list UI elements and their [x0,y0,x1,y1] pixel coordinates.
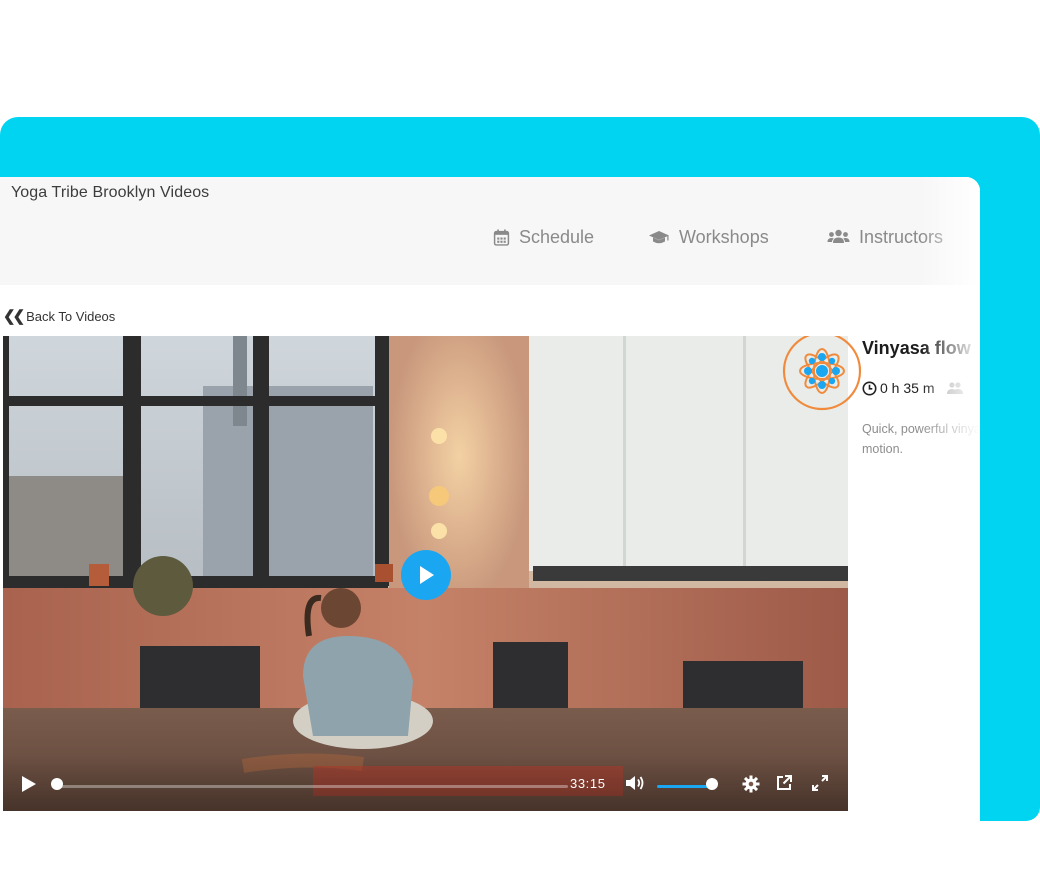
users-icon [947,382,964,394]
settings-button[interactable] [742,775,760,798]
progress-handle[interactable] [51,778,63,790]
calendar-icon [493,229,510,246]
popout-button[interactable] [775,774,793,797]
play-button[interactable] [21,775,37,798]
video-player[interactable]: 33:15 [3,336,848,811]
expand-icon [812,775,828,791]
video-duration: 0 h 35 m [880,380,935,396]
site-title: Yoga Tribe Brooklyn Videos [11,184,210,201]
time-display: 33:15 [570,776,606,791]
video-description: Quick, powerful vinyasa for range of mot… [862,422,980,456]
nav-item-workshops[interactable]: Workshops [648,225,769,249]
video-meta: 0 h 35 m [862,380,964,396]
users-icon [827,229,850,243]
volume-slider[interactable] [657,785,711,788]
nav-item-instructors[interactable]: Instructors [827,225,943,249]
gear-icon [742,775,760,793]
nav-item-label: Workshops [679,226,769,247]
nav-item-label: Schedule [519,226,595,247]
fullscreen-button[interactable] [811,774,829,797]
nav-item-label: Instructors [859,226,944,247]
external-link-icon [777,775,792,790]
play-icon [420,566,434,584]
player-controls: 33:15 [3,755,848,811]
play-overlay-button[interactable] [401,550,451,600]
volume-icon [626,776,644,790]
progress-bar[interactable] [58,785,568,788]
volume-handle[interactable] [706,778,718,790]
video-title: Vinyasa flow [862,338,971,358]
clock-icon [862,381,877,395]
back-link-label: Back To Videos [26,308,116,324]
graduation-cap-icon [649,230,669,243]
yoga-tribe-logo [782,336,862,411]
play-icon [22,776,36,792]
site-header: Yoga Tribe Brooklyn Videos Schedule Work… [0,177,980,285]
nav-item-schedule[interactable]: Schedule [493,225,594,249]
mute-button[interactable] [625,775,645,796]
double-chevron-left-icon: ❮❮ [3,308,25,325]
back-to-videos-link[interactable]: ❮❮ Back To Videos [3,307,115,325]
app-window: Yoga Tribe Brooklyn Videos Schedule Work… [0,177,980,890]
main-nav: Schedule Workshops Instructors [0,225,980,249]
